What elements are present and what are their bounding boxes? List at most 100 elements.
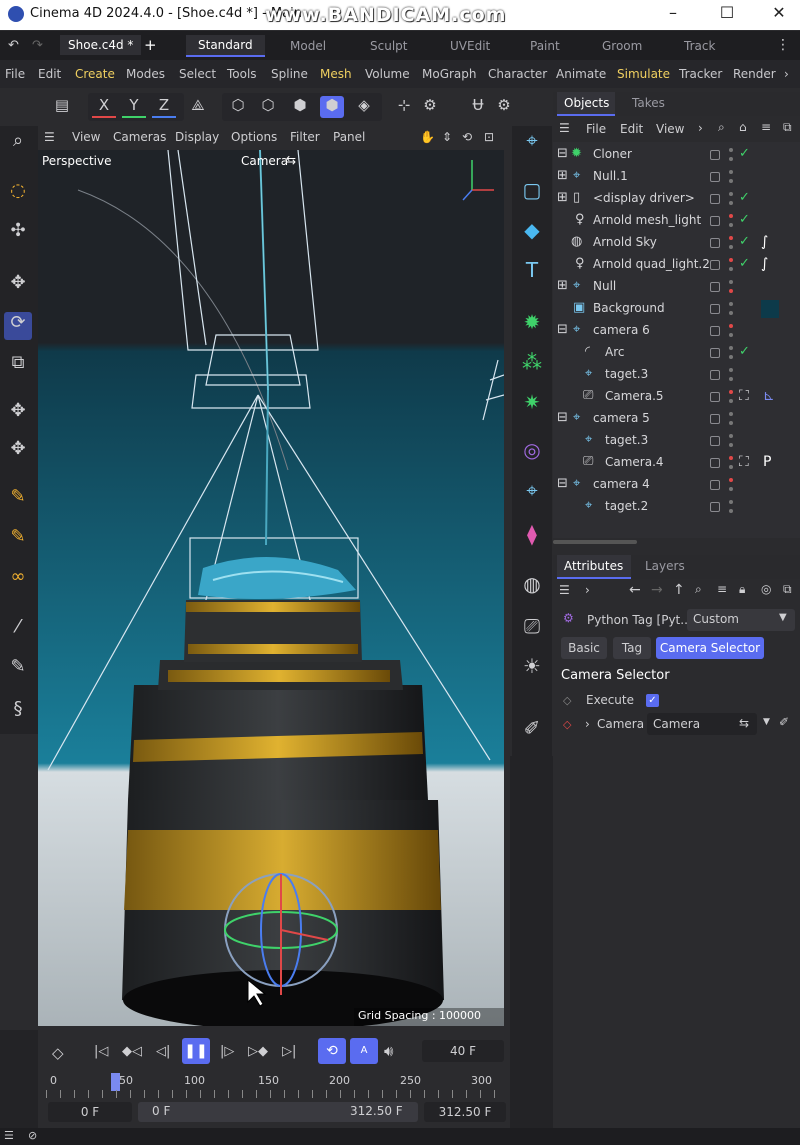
environment-icon[interactable]: ◍ (516, 572, 548, 604)
objects-more-icon[interactable]: › (698, 121, 703, 135)
menu-edit[interactable]: Edit (38, 67, 61, 81)
spline-rectangle-icon[interactable]: ▢ (516, 178, 548, 210)
constraint-tag-icon[interactable]: ⊾ (763, 388, 775, 404)
objects-search-icon[interactable]: ⌕ (718, 120, 725, 135)
viewport-menu-view[interactable]: View (72, 130, 100, 144)
objects-scrollbar[interactable] (553, 540, 637, 544)
go-to-end-icon[interactable]: ▷| (282, 1044, 296, 1059)
object-row-null[interactable]: ⊞ ⌖ Null (553, 276, 800, 298)
scale-icon[interactable]: ⧉ (4, 352, 32, 380)
subtab-camera-selector[interactable]: Camera Selector (656, 637, 764, 659)
up-arrow-icon[interactable]: ↑ (673, 582, 685, 598)
orbit-icon[interactable]: ⟲ (462, 130, 472, 144)
tab-takes[interactable]: Takes (632, 96, 665, 110)
lock-z-button[interactable]: Z (152, 96, 176, 118)
picker-icon[interactable]: ✐ (779, 715, 789, 729)
keyframe-diamond-icon[interactable]: ◇ (563, 718, 571, 731)
3d-viewport[interactable]: Perspective Camera ⇆ Grid Spacing : 1000… (38, 150, 504, 1026)
camera-link-icon[interactable]: ⇆ (286, 153, 296, 167)
viewport-hamburger-icon[interactable]: ☰ (44, 130, 55, 144)
attributes-new-window-icon[interactable]: ⧉ (783, 582, 792, 597)
layout-tab-paint[interactable]: Paint (530, 39, 560, 53)
target-icon[interactable]: ◎ (761, 582, 771, 596)
volume-icon[interactable]: ⧫ (516, 522, 548, 554)
brush-icon[interactable]: ⁄ (4, 616, 32, 644)
object-row-taget-3[interactable]: ⌖ taget.3 (553, 364, 800, 386)
add-tab-button[interactable]: + (144, 36, 157, 54)
generator-icon[interactable]: ✹ (516, 310, 548, 342)
new-window-icon[interactable]: ⧉ (783, 120, 792, 135)
lock-icon[interactable]: 🔒︎ (739, 582, 745, 597)
attributes-hamburger-icon[interactable]: ☰ (559, 583, 570, 597)
previous-key-icon[interactable]: ◆◁ (122, 1044, 142, 1059)
menu-file[interactable]: File (5, 67, 25, 81)
file-tab[interactable]: Shoe.c4d * (60, 35, 142, 55)
camera-link-field[interactable]: Camera ⇆ (647, 713, 757, 735)
keyframe-icon[interactable]: ◇ (52, 1044, 64, 1062)
subtab-tag[interactable]: Tag (613, 637, 651, 659)
subtab-basic[interactable]: Basic (561, 637, 607, 659)
coordinate-system-icon[interactable]: ⟁ (186, 96, 210, 118)
menu-mesh[interactable]: Mesh (320, 67, 352, 81)
model-mode-icon[interactable]: ⬢ (320, 96, 344, 118)
material-tag-icon[interactable] (761, 300, 779, 318)
object-row-camera-4-group[interactable]: ⊟ ⌖ camera 4 (553, 474, 800, 496)
spline-pen-icon[interactable]: ∞ (4, 566, 32, 594)
menu-volume[interactable]: Volume (365, 67, 410, 81)
viewport-menu-options[interactable]: Options (231, 130, 277, 144)
current-frame-field[interactable]: 40 F (422, 1040, 504, 1062)
back-arrow-icon[interactable]: ← (629, 582, 641, 598)
pen-icon[interactable]: ✎ (4, 526, 32, 554)
points-mode-icon[interactable]: ⬡ (226, 96, 250, 118)
previous-frame-icon[interactable]: ◁| (156, 1044, 170, 1059)
next-frame-icon[interactable]: |▷ (220, 1044, 234, 1059)
menu-select[interactable]: Select (179, 67, 216, 81)
close-button[interactable]: ✕ (762, 3, 796, 25)
tab-objects[interactable]: Objects (564, 96, 609, 110)
object-row-arnold-sky[interactable]: ◍ Arnold Sky ✓ ∫ (553, 232, 800, 254)
field-icon[interactable]: ⌖ (516, 478, 548, 510)
python-tag-icon[interactable]: P (763, 454, 771, 470)
menu-mograph[interactable]: MoGraph (422, 67, 477, 81)
layout-tab-model[interactable]: Model (290, 39, 326, 53)
viewport-menu-panel[interactable]: Panel (333, 130, 365, 144)
menu-render[interactable]: Render (733, 67, 776, 81)
tab-layers[interactable]: Layers (645, 559, 685, 573)
menu-tracker[interactable]: Tracker (679, 67, 722, 81)
camera-palette-icon[interactable]: ⎚ (516, 614, 548, 646)
range-slider[interactable]: 0 F 312.50 F (138, 1102, 418, 1122)
object-row-camera-6[interactable]: ⊟ ⌖ camera 6 (553, 320, 800, 342)
objects-menu-edit[interactable]: Edit (620, 122, 643, 136)
object-manager-list[interactable]: ⊟ ✹ Cloner ✓ ⊞ ⌖ Null.1 ⊞ ▯ <display driver… (553, 142, 800, 538)
object-row-cloner[interactable]: ⊟ ✹ Cloner ✓ (553, 144, 800, 166)
forward-arrow-icon[interactable]: → (651, 582, 663, 598)
live-selection-icon[interactable]: ◌ (4, 180, 32, 208)
viewport-menu-display[interactable]: Display (175, 130, 219, 144)
text-icon[interactable]: T (516, 258, 548, 290)
next-key-icon[interactable]: ▷◆ (248, 1044, 268, 1059)
layout-tab-track[interactable]: Track (684, 39, 715, 53)
viewport-menu-cameras[interactable]: Cameras (113, 130, 166, 144)
layout-tab-sculpt[interactable]: Sculpt (370, 39, 407, 53)
attributes-more-icon[interactable]: › (585, 583, 590, 597)
dolly-icon[interactable]: ⇕ (442, 130, 452, 144)
lock-y-button[interactable]: Y (122, 96, 146, 118)
expand-arrow-icon[interactable]: › (585, 717, 590, 731)
lock-x-button[interactable]: X (92, 96, 116, 118)
go-to-start-icon[interactable]: |◁ (94, 1044, 108, 1059)
object-row-display-driver[interactable]: ⊞ ▯ <display driver> ✓ (553, 188, 800, 210)
cube-icon[interactable]: ◆ (516, 218, 548, 250)
edit-icon[interactable]: ✐ (516, 716, 548, 748)
objects-menu-file[interactable]: File (586, 122, 606, 136)
sculpt-icon[interactable]: ✎ (4, 656, 32, 684)
knife-icon[interactable]: ✎ (4, 486, 32, 514)
magnet-icon[interactable]: Ʉ (466, 96, 490, 118)
status-menu-icon[interactable]: ☰ (4, 1129, 14, 1142)
uv-mode-icon[interactable]: ◈ (352, 96, 376, 118)
object-row-background[interactable]: ▣ Background (553, 298, 800, 320)
maximize-button[interactable]: ☐ (710, 3, 744, 25)
layout-more-icon[interactable]: ⋮ (776, 37, 790, 53)
cloner-palette-icon[interactable]: ⁂ (516, 350, 548, 382)
undo-icon[interactable]: ↶ (8, 38, 19, 53)
mode-dropdown[interactable]: Custom ▼ (687, 609, 795, 631)
